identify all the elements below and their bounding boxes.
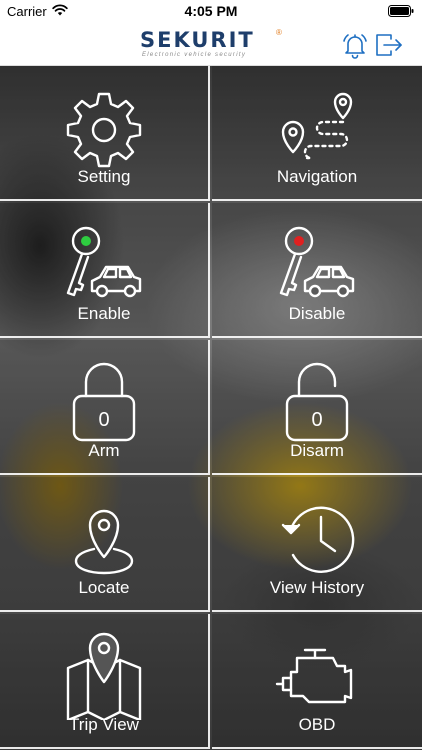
route-pins-icon	[212, 80, 422, 172]
tile-disarm-label: Disarm	[290, 441, 344, 460]
tile-disable[interactable]: Disable	[212, 203, 422, 338]
sekurit-logo: SEKURIT ® Electronic vehicle security	[140, 28, 285, 62]
key-car-green-icon	[0, 217, 208, 309]
tile-disarm[interactable]: 0 Disarm	[212, 340, 422, 475]
tile-trip-view[interactable]: Trip View	[0, 614, 210, 749]
location-pin-icon	[0, 491, 208, 583]
logo-tagline: Electronic vehicle security	[142, 52, 247, 58]
tile-trip-view-label: Trip View	[69, 715, 139, 734]
tile-view-history-label: View History	[269, 578, 365, 597]
tile-navigation-label: Navigation	[276, 167, 358, 186]
engine-icon	[212, 628, 422, 720]
lock-closed-icon: 0	[0, 354, 208, 446]
logout-icon[interactable]	[374, 30, 404, 60]
arm-lock-digit: 0	[98, 409, 109, 431]
battery-icon	[388, 5, 414, 20]
tile-disable-label: Disable	[288, 304, 346, 323]
tile-enable-label: Enable	[77, 304, 131, 323]
feature-grid: Setting Navigation Enable Disable 0 Arm …	[0, 66, 422, 750]
tile-navigation[interactable]: Navigation	[212, 66, 422, 201]
map-pin-icon	[0, 628, 208, 720]
tile-obd[interactable]: OBD	[212, 614, 422, 749]
gear-icon	[0, 80, 208, 172]
tile-arm-label: Arm	[88, 441, 120, 460]
logo-registered-mark: ®	[276, 28, 282, 37]
tile-setting-label: Setting	[77, 167, 131, 186]
tile-obd-label: OBD	[298, 715, 336, 734]
tile-arm[interactable]: 0 Arm	[0, 340, 210, 475]
tile-setting[interactable]: Setting	[0, 66, 210, 201]
status-bar: Carrier 4:05 PM	[0, 0, 422, 22]
disarm-lock-digit: 0	[311, 409, 322, 431]
logo-wordmark: SEKURIT	[140, 28, 255, 52]
header-bar: SEKURIT ® Electronic vehicle security	[0, 22, 422, 66]
lock-open-icon: 0	[212, 354, 422, 446]
alarm-bell-icon[interactable]	[340, 30, 370, 60]
clock: 4:05 PM	[184, 3, 238, 19]
tile-locate[interactable]: Locate	[0, 477, 210, 612]
tile-view-history[interactable]: View History	[212, 477, 422, 612]
history-clock-icon	[212, 491, 422, 583]
key-car-red-icon	[212, 217, 422, 309]
tile-locate-label: Locate	[78, 578, 130, 597]
tile-enable[interactable]: Enable	[0, 203, 210, 338]
